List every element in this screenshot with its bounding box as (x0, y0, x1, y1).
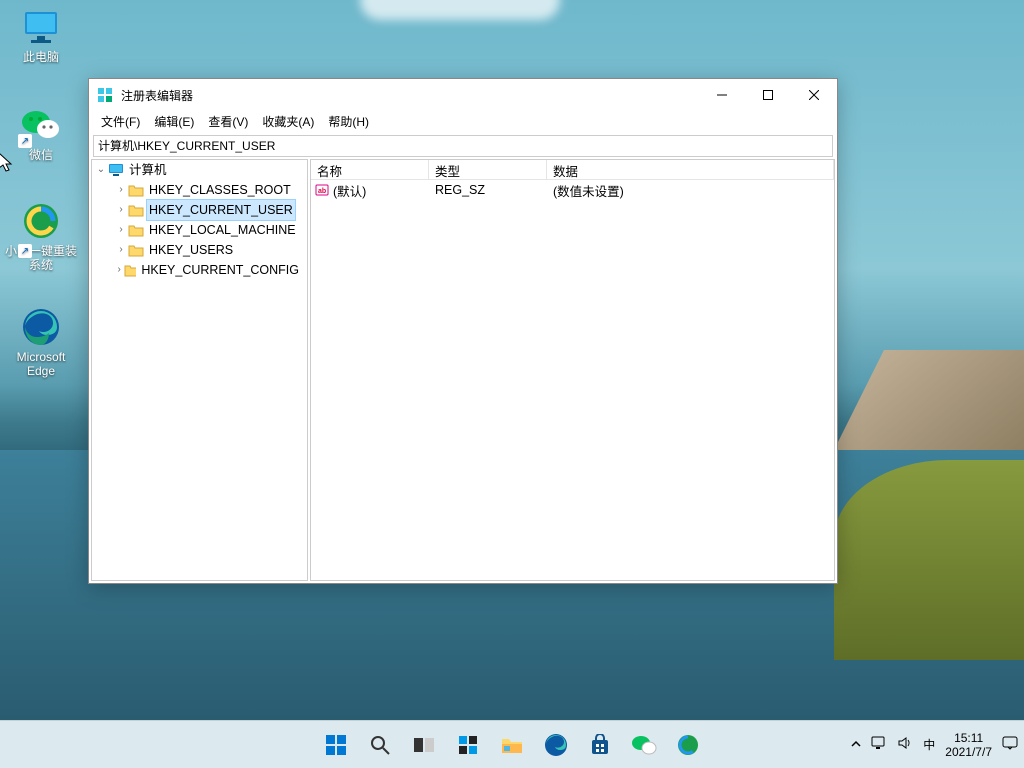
tray-overflow-icon[interactable] (851, 738, 861, 752)
desktop-icon-this-pc[interactable]: 此电脑 (4, 6, 78, 64)
regedit-window: 注册表编辑器 文件(F) 编辑(E) 查看(V) 收藏夹(A) 帮助(H) 计算… (88, 78, 838, 584)
shortcut-arrow-icon: ↗ (18, 244, 32, 258)
tree-hive[interactable]: › HKEY_USERS (92, 240, 307, 260)
edge-icon (20, 306, 62, 348)
desktop: 此电脑 ↗ 微信 ↗ 小白一键重装 系统 Microsoft Edge 注册表编… (0, 0, 1024, 768)
reg-string-icon: ab (315, 183, 329, 197)
desktop-icon-label: 此电脑 (4, 50, 78, 64)
tree-hive-label: HKEY_CLASSES_ROOT (147, 180, 293, 200)
expand-arrow-icon[interactable]: › (114, 220, 128, 240)
taskbar: 中 15:11 2021/7/7 (0, 720, 1024, 768)
menubar: 文件(F) 编辑(E) 查看(V) 收藏夹(A) 帮助(H) (89, 111, 837, 133)
volume-icon[interactable] (897, 736, 913, 753)
computer-icon (108, 163, 124, 177)
address-bar[interactable]: 计算机\HKEY_CURRENT_USER (93, 135, 833, 157)
decor-grass (834, 460, 1024, 660)
value-data: (数值未设置) (547, 181, 834, 200)
menu-help[interactable]: 帮助(H) (322, 111, 375, 133)
titlebar[interactable]: 注册表编辑器 (89, 79, 837, 111)
notifications-icon[interactable] (1002, 736, 1018, 753)
shortcut-arrow-icon: ↗ (18, 134, 32, 148)
collapse-arrow-icon[interactable]: ⌄ (94, 160, 108, 180)
list-pane[interactable]: 名称 类型 数据 ab (默认) REG_SZ(数值未设置) (310, 159, 835, 581)
menu-view[interactable]: 查看(V) (202, 111, 254, 133)
taskbar-wechat[interactable] (624, 725, 664, 765)
tree-root-label: 计算机 (127, 160, 169, 180)
taskbar-widgets[interactable] (448, 725, 488, 765)
taskbar-explorer[interactable] (492, 725, 532, 765)
menu-file[interactable]: 文件(F) (95, 111, 146, 133)
menu-edit[interactable]: 编辑(E) (148, 111, 200, 133)
tree-hive-label: HKEY_CURRENT_CONFIG (139, 260, 301, 280)
close-button[interactable] (791, 79, 837, 111)
taskbar-search[interactable] (360, 725, 400, 765)
expand-arrow-icon[interactable]: › (114, 200, 128, 220)
tree-hive[interactable]: › HKEY_CURRENT_USER (92, 200, 307, 220)
window-title: 注册表编辑器 (121, 87, 193, 104)
xiaobai-icon: ↗ (20, 200, 62, 242)
clock-time: 15:11 (945, 731, 992, 745)
list-row[interactable]: ab (默认) REG_SZ(数值未设置) (311, 180, 834, 200)
this-pc-icon (20, 6, 62, 48)
value-type: REG_SZ (429, 183, 547, 197)
taskbar-edge[interactable] (536, 725, 576, 765)
desktop-icon-label: 小白一键重装 系统 (4, 244, 78, 272)
wechat-icon: ↗ (20, 104, 62, 146)
tree-hive[interactable]: › HKEY_LOCAL_MACHINE (92, 220, 307, 240)
regedit-app-icon (97, 87, 113, 103)
network-icon[interactable] (871, 736, 887, 753)
tree-hive-label: HKEY_LOCAL_MACHINE (147, 220, 298, 240)
clock[interactable]: 15:11 2021/7/7 (945, 731, 992, 759)
tree-hive-label: HKEY_CURRENT_USER (147, 200, 295, 220)
tree-hive[interactable]: › HKEY_CURRENT_CONFIG (92, 260, 307, 280)
taskbar-start[interactable] (316, 725, 356, 765)
col-name[interactable]: 名称 (311, 160, 429, 179)
col-type[interactable]: 类型 (429, 160, 547, 179)
expand-arrow-icon[interactable]: › (114, 180, 128, 200)
ime-indicator[interactable]: 中 (923, 736, 935, 753)
taskbar-xiaobai[interactable] (668, 725, 708, 765)
expand-arrow-icon[interactable]: › (114, 260, 124, 280)
clock-date: 2021/7/7 (945, 745, 992, 759)
cursor-icon (0, 152, 16, 174)
taskbar-taskview[interactable] (404, 725, 444, 765)
maximize-button[interactable] (745, 79, 791, 111)
system-tray: 中 15:11 2021/7/7 (851, 731, 1018, 759)
tree-root[interactable]: ⌄ 计算机 (92, 160, 307, 180)
expand-arrow-icon[interactable]: › (114, 240, 128, 260)
svg-text:ab: ab (318, 188, 326, 195)
minimize-button[interactable] (699, 79, 745, 111)
menu-favorites[interactable]: 收藏夹(A) (256, 111, 320, 133)
desktop-icon-xiaobai[interactable]: ↗ 小白一键重装 系统 (4, 200, 78, 272)
tree-hive[interactable]: › HKEY_CLASSES_ROOT (92, 180, 307, 200)
tree-pane[interactable]: ⌄ 计算机 › HKEY_CLASSES_ROOT › HKEY_CURRENT_US… (91, 159, 308, 581)
tree-hive-label: HKEY_USERS (147, 240, 235, 260)
value-name: (默认) (333, 181, 366, 200)
desktop-icon-label: Microsoft Edge (4, 350, 78, 378)
desktop-icon-edge[interactable]: Microsoft Edge (4, 306, 78, 378)
taskbar-store[interactable] (580, 725, 620, 765)
list-header[interactable]: 名称 类型 数据 (311, 160, 834, 180)
col-data[interactable]: 数据 (547, 160, 834, 179)
